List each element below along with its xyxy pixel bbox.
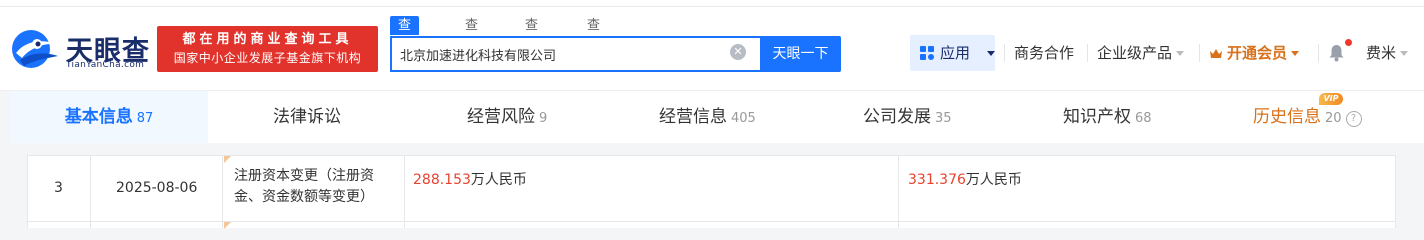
nav-business-cooperation[interactable]: 商务合作 <box>1014 43 1074 63</box>
tab-label: 知识产权 <box>1063 107 1131 127</box>
user-menu[interactable]: 费米 <box>1366 43 1409 63</box>
after-amount: 331.376 <box>908 172 966 188</box>
before-amount: 288.153 <box>413 172 471 188</box>
change-item-line2: 金、资金数额等变更） <box>234 189 374 205</box>
tab-label: 历史信息 <box>1253 107 1321 127</box>
slogan-line2: 国家中小企业发展子基金旗下机构 <box>173 51 362 65</box>
change-item-line1: 注册资本变更（注册资 <box>234 168 374 184</box>
nav-divider <box>1318 44 1319 62</box>
row-index: 3 <box>54 180 63 196</box>
nav-enterprise-label: 企业级产品 <box>1097 44 1173 62</box>
tab-legal-litigation[interactable]: 法律诉讼 <box>273 91 341 143</box>
crown-icon <box>1210 49 1222 58</box>
chevron-down-icon <box>987 51 995 56</box>
nav-vip-label: 开通会员 <box>1227 44 1288 62</box>
tab-history-info[interactable]: 历史信息 20? <box>1253 91 1362 143</box>
company-tabs: 基本信息 87 法律诉讼 经营风险 9 经营信息 405 公司发展 35 知识产权 68 … <box>10 91 1424 143</box>
slogan-banner: 都在用的商业查询工具 国家中小企业发展子基金旗下机构 <box>157 26 378 72</box>
tab-count: 9 <box>539 111 548 126</box>
tab-label: 基本信息 <box>64 107 133 127</box>
row-before-value: 288.153万人民币 <box>413 169 527 189</box>
new-tag-corner <box>224 222 231 229</box>
top-divider <box>0 6 1424 7</box>
new-tag-corner <box>224 156 231 163</box>
tab-count: 35 <box>935 111 952 126</box>
tab-count: 20 <box>1325 111 1342 126</box>
tab-company-development[interactable]: 公司发展 35 <box>863 91 952 143</box>
search-tab-company[interactable]: 查公司 <box>390 16 420 71</box>
tab-label: 公司发展 <box>863 107 931 127</box>
column-divider <box>404 156 405 228</box>
logo-domain: TianYanCha.com <box>66 60 145 70</box>
before-unit: 万人民币 <box>470 172 527 188</box>
search-button[interactable]: 天眼一下 <box>760 36 841 72</box>
tab-business-info[interactable]: 经营信息 405 <box>659 91 756 143</box>
bell-icon[interactable] <box>1328 43 1345 62</box>
tab-basic-info[interactable]: 基本信息 87 <box>10 91 208 143</box>
row-after-value: 331.376万人民币 <box>908 169 1022 189</box>
clear-icon[interactable]: ✕ <box>730 44 746 60</box>
tab-label: 经营风险 <box>467 107 535 127</box>
nav-open-vip[interactable]: 开通会员 <box>1209 43 1300 63</box>
apps-label: 应用 <box>940 44 971 62</box>
notification-dot <box>1345 39 1352 46</box>
search-tab-risk[interactable]: 查风险 <box>587 16 600 71</box>
slogan-line1: 都在用的商业查询工具 <box>182 32 353 47</box>
user-name: 费米 <box>1366 44 1397 62</box>
help-icon[interactable]: ? <box>1345 111 1362 127</box>
tab-business-risk[interactable]: 经营风险 9 <box>467 91 547 143</box>
apps-grid-icon <box>920 46 934 60</box>
row-change-item: 注册资本变更（注册资 金、资金数额等变更） <box>234 166 374 208</box>
change-record-table: 3 2025-08-06 注册资本变更（注册资 金、资金数额等变更） 288.1… <box>27 155 1396 229</box>
chevron-down-icon <box>1176 51 1185 56</box>
tianyancha-logo-icon[interactable] <box>10 28 60 70</box>
search-box <box>390 36 760 72</box>
after-unit: 万人民币 <box>965 172 1022 188</box>
vip-badge: VIP <box>1319 93 1343 105</box>
tab-count: 87 <box>136 111 154 126</box>
nav-enterprise-products[interactable]: 企业级产品 <box>1097 43 1185 63</box>
column-divider <box>90 156 91 228</box>
search-input[interactable] <box>392 38 720 70</box>
search-tab-relation[interactable]: 查关系 <box>525 16 538 71</box>
nav-divider <box>1199 44 1200 62</box>
tab-intellectual-property[interactable]: 知识产权 68 <box>1063 91 1152 143</box>
nav-divider <box>1004 44 1005 62</box>
column-divider <box>222 156 223 228</box>
search-tab-boss[interactable]: 查老板 <box>465 16 478 71</box>
row-divider <box>28 221 1395 222</box>
column-divider <box>898 156 899 228</box>
nav-divider <box>1087 44 1088 62</box>
tab-count: 68 <box>1135 111 1152 126</box>
tab-label: 经营信息 <box>659 107 727 127</box>
tab-count: 405 <box>731 111 756 126</box>
chevron-down-icon <box>1291 51 1300 56</box>
tab-label: 法律诉讼 <box>273 107 341 127</box>
row-date: 2025-08-06 <box>116 180 198 196</box>
chevron-down-icon <box>1400 51 1409 56</box>
apps-menu-button[interactable]: 应用 <box>910 35 995 71</box>
